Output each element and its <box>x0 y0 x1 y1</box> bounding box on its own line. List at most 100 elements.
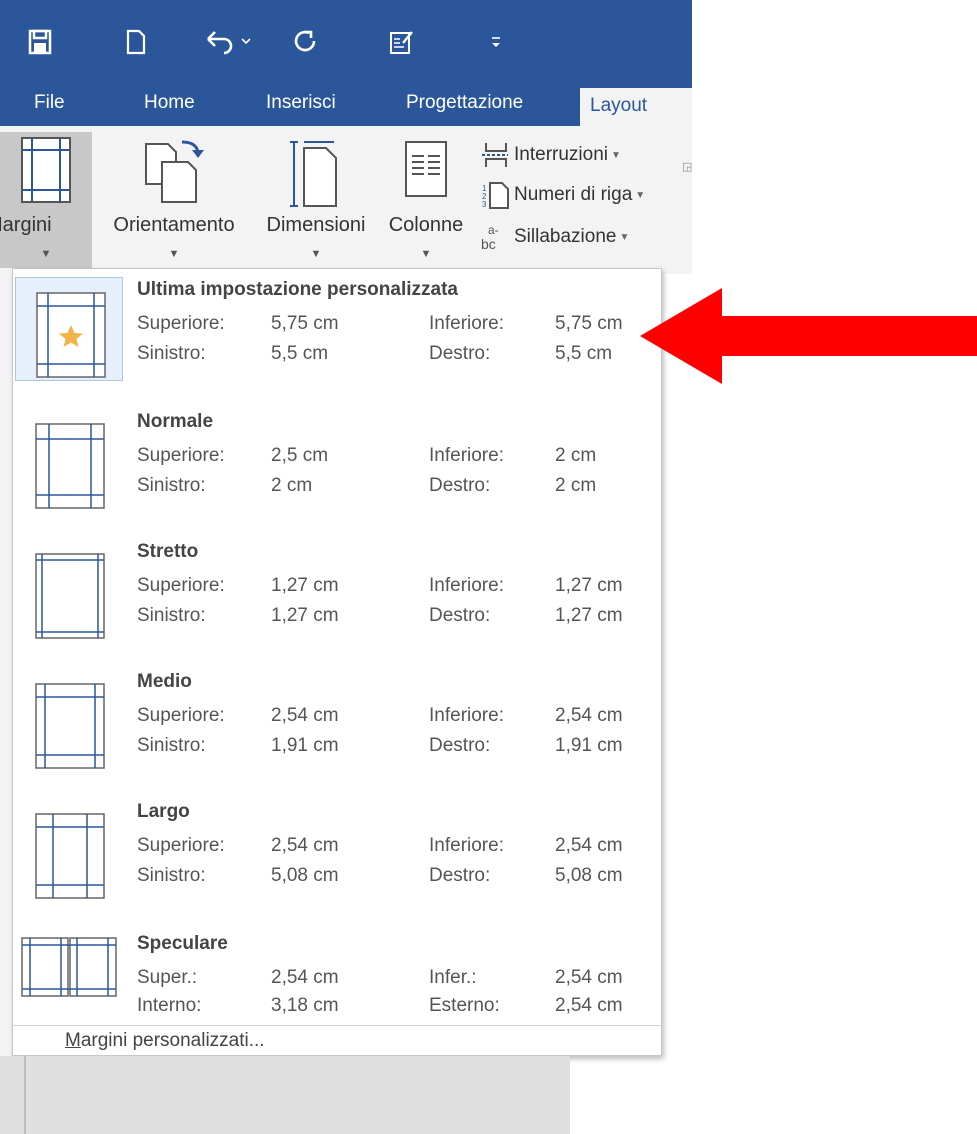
quick-access-toolbar <box>0 0 692 84</box>
value-super: 2,54 cm <box>271 967 339 988</box>
undo-icon[interactable] <box>200 22 260 62</box>
preset-title: Stretto <box>137 541 199 562</box>
value-destro: 1,91 cm <box>555 735 623 756</box>
label-superiore: Superiore: <box>137 835 225 856</box>
custom-margins-star-icon <box>36 292 106 378</box>
value-destro: 2 cm <box>555 475 597 496</box>
value-destro: 5,5 cm <box>555 343 613 364</box>
preset-title: Largo <box>137 801 190 822</box>
preset-thumbnail <box>15 931 123 1001</box>
label-sinistro: Sinistro: <box>137 605 206 626</box>
dimensioni-button[interactable]: Dimensioni ▼ <box>254 132 378 268</box>
ribbon-tab-bar: File Home Inserisci Progettazione Layout <box>0 84 692 126</box>
chevron-down-icon: ▼ <box>420 248 432 260</box>
margini-label: Margini <box>0 214 52 236</box>
preset-largo[interactable]: Largo Superiore: 2,54 cm Inferiore: 2,54… <box>13 791 661 917</box>
label-sinistro: Sinistro: <box>137 865 206 886</box>
orientation-icon <box>138 136 210 216</box>
value-superiore: 2,54 cm <box>271 835 339 856</box>
tab-progettazione[interactable]: Progettazione <box>406 84 523 126</box>
redo-icon[interactable] <box>288 22 324 62</box>
value-superiore: 2,5 cm <box>271 445 329 466</box>
document-area <box>0 1056 570 1134</box>
svg-text:a-: a- <box>488 223 499 237</box>
label-infer: Infer.: <box>429 967 477 988</box>
mirrored-margins-icon <box>21 937 117 997</box>
label-destro: Destro: <box>429 343 491 364</box>
preset-thumbnail <box>15 799 123 903</box>
margins-icon <box>16 136 76 212</box>
label-sinistro: Sinistro: <box>137 475 206 496</box>
value-interno: 3,18 cm <box>271 995 339 1016</box>
chevron-down-icon: ▼ <box>635 189 646 201</box>
svg-text:3: 3 <box>482 200 487 209</box>
value-infer: 2,54 cm <box>555 967 623 988</box>
label-interno: Interno: <box>137 995 202 1016</box>
hyphenation-icon: a-bc <box>480 222 510 252</box>
value-superiore: 1,27 cm <box>271 575 339 596</box>
label-inferiore: Inferiore: <box>429 313 504 334</box>
dimensioni-label: Dimensioni <box>266 214 366 236</box>
dialog-launcher-icon[interactable]: ◲ <box>682 160 692 173</box>
label-superiore: Superiore: <box>137 575 225 596</box>
columns-icon <box>400 136 452 212</box>
label-inferiore: Inferiore: <box>429 835 504 856</box>
sillabazione-label: Sillabazione <box>514 226 617 247</box>
value-inferiore: 2,54 cm <box>555 835 623 856</box>
normal-margins-icon <box>35 423 105 509</box>
label-destro: Destro: <box>429 475 491 496</box>
customize-qat-icon[interactable] <box>478 22 514 62</box>
value-sinistro: 5,5 cm <box>271 343 329 364</box>
value-inferiore: 1,27 cm <box>555 575 623 596</box>
label-destro: Destro: <box>429 735 491 756</box>
form-icon[interactable] <box>384 22 420 62</box>
tab-layout[interactable]: Layout <box>580 88 692 126</box>
moderate-margins-icon <box>35 683 105 769</box>
preset-title: Medio <box>137 671 192 692</box>
narrow-margins-icon <box>35 553 105 639</box>
breaks-icon <box>480 140 510 170</box>
label-destro: Destro: <box>429 865 491 886</box>
preset-title: Ultima impostazione personalizzata <box>137 279 458 300</box>
margini-button[interactable]: Margini ▼ <box>0 132 92 268</box>
save-icon[interactable] <box>22 22 58 62</box>
preset-thumbnail <box>15 669 123 773</box>
label-sinistro: Sinistro: <box>137 735 206 756</box>
label-superiore: Superiore: <box>137 705 225 726</box>
ribbon-layout-panel: Margini ▼ Orientamento ▼ Dimensioni ▼ Co… <box>0 126 692 274</box>
orientamento-button[interactable]: Orientamento ▼ <box>96 132 252 268</box>
label-sinistro: Sinistro: <box>137 343 206 364</box>
preset-ultima-impostazione[interactable]: Ultima impostazione personalizzata Super… <box>13 269 661 395</box>
preset-medio[interactable]: Medio Superiore: 2,54 cm Inferiore: 2,54… <box>13 661 661 787</box>
interruzioni-button[interactable]: Interruzioni ▼ <box>480 138 621 172</box>
label-superiore: Superiore: <box>137 445 225 466</box>
interruzioni-label: Interruzioni <box>514 144 608 165</box>
label-esterno: Esterno: <box>429 995 500 1016</box>
value-destro: 1,27 cm <box>555 605 623 626</box>
new-document-icon[interactable] <box>118 22 154 62</box>
red-arrow-annotation <box>640 288 977 384</box>
chevron-down-icon: ▼ <box>619 231 630 243</box>
numeri-di-riga-button[interactable]: 123 Numeri di riga ▼ <box>480 178 645 212</box>
label-inferiore: Inferiore: <box>429 575 504 596</box>
colonne-button[interactable]: Colonne ▼ <box>380 132 472 268</box>
custom-margins-label: argini personalizzati... <box>80 1030 265 1051</box>
chevron-down-icon: ▼ <box>310 248 322 260</box>
preset-normale[interactable]: Normale Superiore: 2,5 cm Inferiore: 2 c… <box>13 401 661 527</box>
margini-personalizzati-item[interactable]: Margini personalizzati... <box>65 1027 275 1057</box>
tab-inserisci[interactable]: Inserisci <box>266 84 336 126</box>
value-destro: 5,08 cm <box>555 865 623 886</box>
preset-stretto[interactable]: Stretto Superiore: 1,27 cm Inferiore: 1,… <box>13 531 661 657</box>
orientamento-label: Orientamento <box>113 214 235 236</box>
sillabazione-button[interactable]: a-bc Sillabazione ▼ <box>480 220 629 254</box>
tab-file[interactable]: File <box>34 84 65 126</box>
size-icon <box>286 136 346 216</box>
tab-home[interactable]: Home <box>144 84 195 126</box>
preset-title: Normale <box>137 411 214 432</box>
label-super: Super.: <box>137 967 198 988</box>
chevron-down-icon: ▼ <box>168 248 180 260</box>
left-ruler <box>0 274 12 1056</box>
value-sinistro: 5,08 cm <box>271 865 339 886</box>
accelerator-key: M <box>65 1030 81 1051</box>
preset-thumbnail <box>15 539 123 643</box>
